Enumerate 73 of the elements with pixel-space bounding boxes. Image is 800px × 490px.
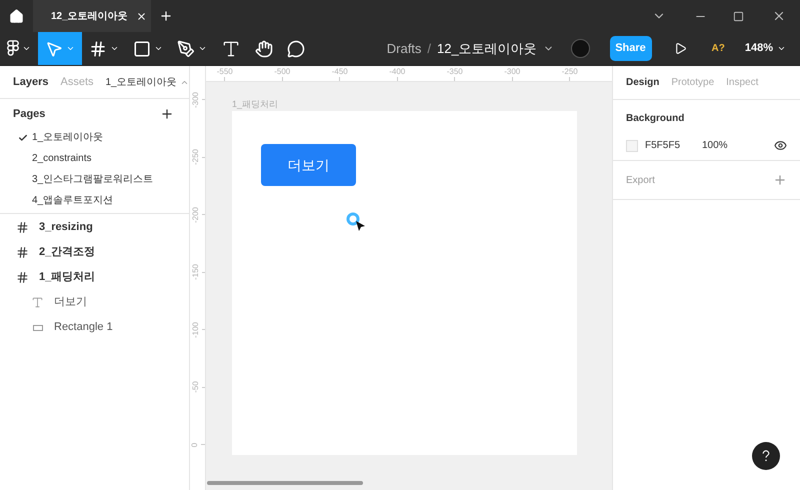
caret-icon: [777, 44, 786, 53]
caret-icon: [66, 44, 75, 53]
missing-fonts-button[interactable]: A?: [712, 41, 725, 56]
help-button[interactable]: [752, 442, 780, 470]
hand-icon: [255, 40, 273, 58]
pen-icon: [177, 40, 195, 58]
folder-link[interactable]: Drafts: [386, 38, 422, 58]
text-icon: [31, 296, 44, 309]
layer-item[interactable]: 더보기: [0, 290, 189, 315]
layer-item[interactable]: 3_resizing: [0, 215, 189, 240]
close-icon[interactable]: [136, 10, 147, 22]
ruler-label: -150: [190, 264, 201, 280]
scrollbar[interactable]: [207, 481, 363, 485]
color-hex-value[interactable]: F5F5F5: [645, 138, 702, 153]
comment-icon: [287, 40, 305, 58]
opacity-value[interactable]: 100%: [702, 138, 728, 153]
visibility-icon[interactable]: [774, 139, 787, 152]
play-icon[interactable]: [674, 42, 687, 55]
rectangle-icon: [32, 324, 42, 330]
page-item[interactable]: 3_인스타그램팔로워리스트: [32, 172, 154, 187]
layer-item[interactable]: Rectangle 1: [0, 315, 189, 340]
layer-item[interactable]: 2_간격조정: [0, 240, 189, 265]
rectangle-icon: [133, 40, 151, 58]
question-icon: [762, 450, 770, 462]
ruler-label: -200: [190, 206, 201, 223]
close-icon[interactable]: [772, 9, 786, 23]
ruler-label: -350: [446, 66, 463, 77]
ruler-label: -300: [190, 92, 201, 108]
avatar[interactable]: [570, 39, 590, 58]
page-switcher[interactable]: 1_오토레이아웃: [106, 74, 189, 90]
panel-tab[interactable]: Design: [626, 75, 660, 90]
more-button[interactable]: 더보기: [261, 144, 356, 186]
frame-icon: [16, 271, 29, 284]
home-icon: [9, 8, 24, 24]
text-icon: [221, 38, 241, 58]
background-heading: Background: [626, 112, 686, 126]
ruler-label: -400: [389, 66, 406, 77]
panel-tab[interactable]: Layers: [13, 74, 48, 90]
breadcrumb-separator: /: [427, 40, 432, 58]
page-item[interactable]: 4_앱솔루트포지션: [32, 193, 114, 208]
ruler-label: -50: [190, 381, 201, 394]
page-item[interactable]: 2_constraints: [32, 151, 92, 166]
ruler-label: -250: [190, 149, 201, 166]
ruler-label: -550: [216, 66, 233, 77]
zoom-dropdown[interactable]: 148%: [744, 40, 786, 57]
cursor-icon: [45, 40, 63, 58]
export-heading: Export: [626, 174, 655, 188]
caret-icon: [198, 44, 207, 53]
ruler-label: -250: [562, 66, 578, 77]
add-page-icon[interactable]: [160, 107, 174, 121]
pages-heading: Pages: [13, 106, 46, 122]
page-item[interactable]: 1_오토레이아웃: [32, 130, 104, 145]
cursor-icon: [345, 211, 367, 233]
plus-icon: [159, 9, 173, 23]
ruler-label: -450: [332, 66, 348, 77]
ruler-label: -500: [274, 66, 290, 77]
color-swatch[interactable]: [626, 140, 638, 152]
layer-item[interactable]: 1_패딩처리: [0, 265, 189, 290]
file-name[interactable]: 12_오토레이아웃: [437, 38, 537, 58]
frame-icon: [16, 221, 29, 234]
add-export-icon[interactable]: [773, 173, 787, 187]
frame-icon: [89, 40, 107, 58]
menu-icon: [7, 40, 19, 57]
ruler-label: 0: [190, 442, 201, 447]
frame[interactable]: 더보기: [232, 111, 577, 455]
caret-icon: [110, 44, 119, 53]
ruler-label: -300: [504, 66, 520, 77]
ruler-label: -100: [190, 322, 201, 338]
frame-icon: [16, 246, 29, 259]
file-tab[interactable]: 12_오토레이아웃: [33, 0, 151, 32]
maximize-icon[interactable]: [733, 10, 744, 22]
caret-icon: [154, 44, 163, 53]
caret-icon: [22, 44, 31, 53]
